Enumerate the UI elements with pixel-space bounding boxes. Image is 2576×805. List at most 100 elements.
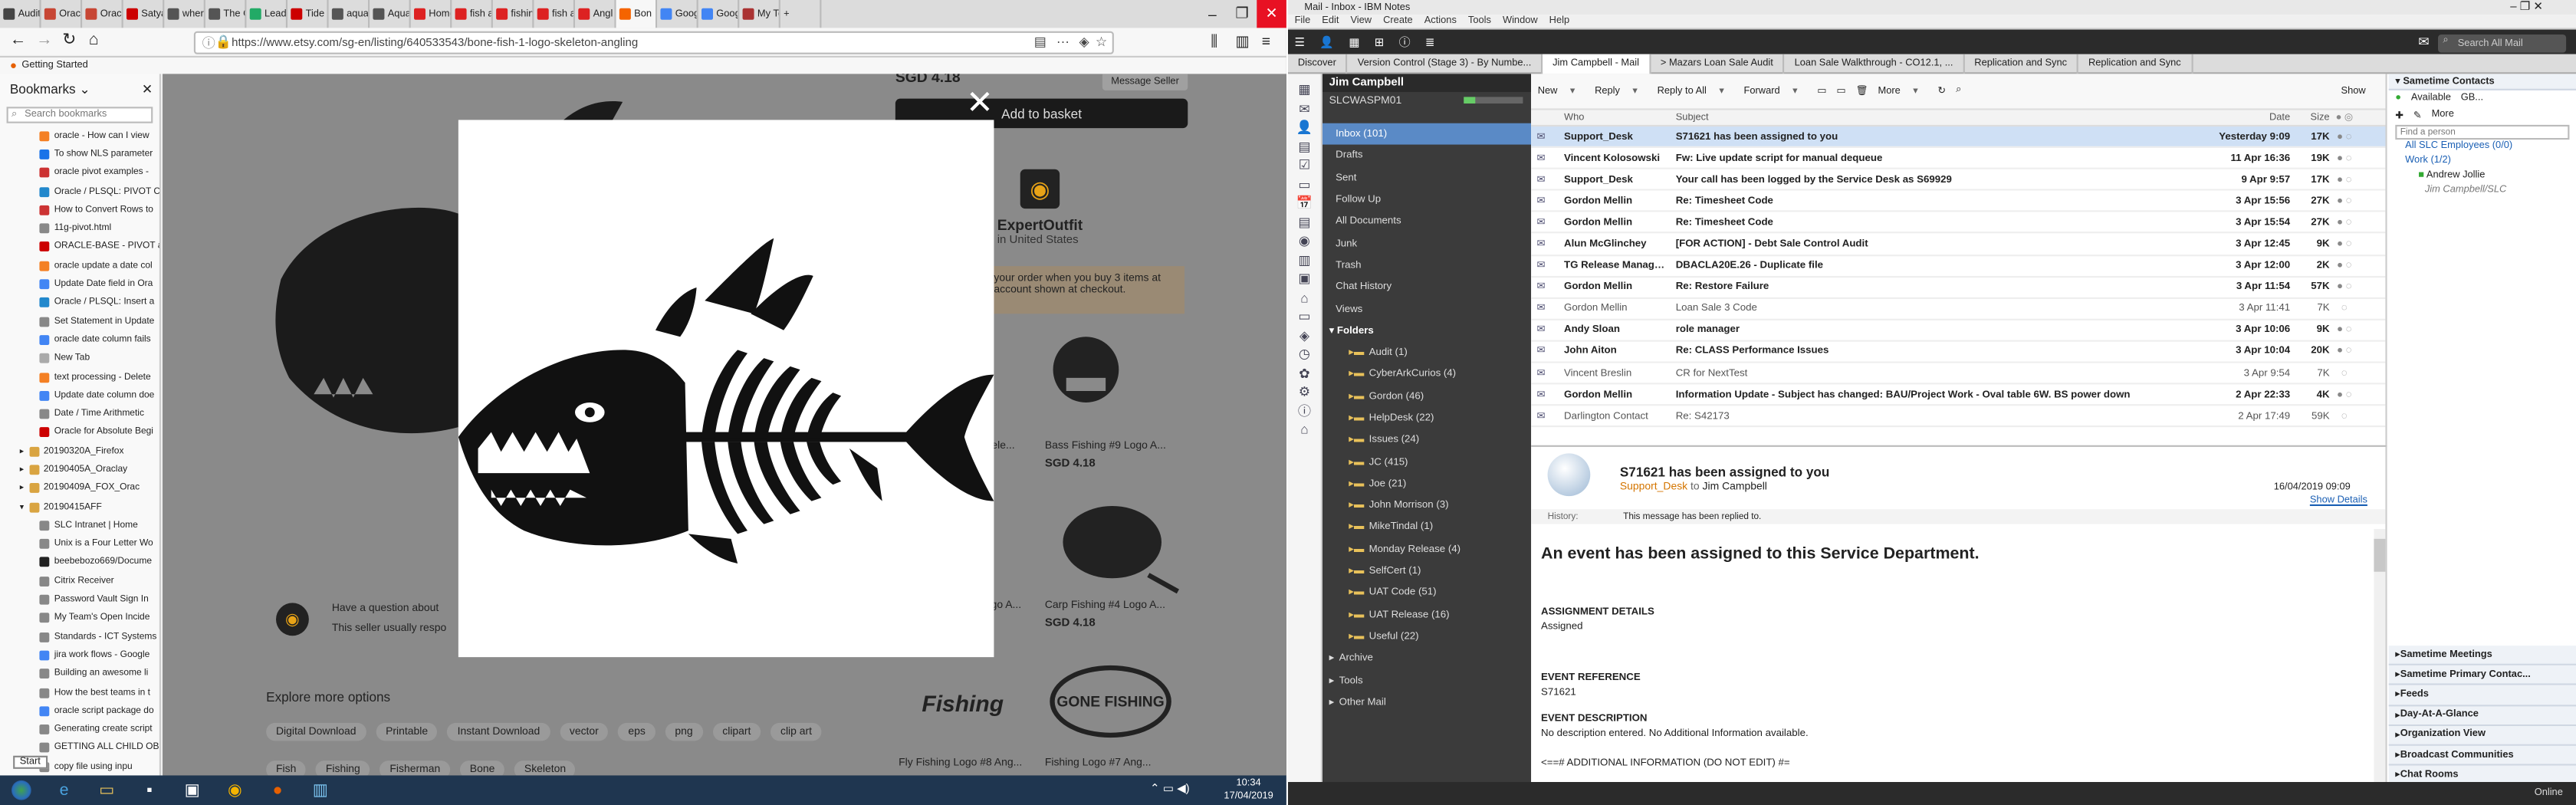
bookmark-item[interactable]: GETTING ALL CHILD OB [0,739,159,757]
bookmark-item[interactable]: Update Date field in Ora [0,275,159,294]
message-flags-icon[interactable]: ● ◌ [2330,217,2360,228]
folder-item[interactable]: ▸▬ Gordon (46) [1322,386,1531,407]
tag-chip[interactable]: Fish [266,761,307,776]
bookmark-item[interactable]: Password Vault Sign In [0,590,159,609]
online-status[interactable]: Online [2535,789,2563,799]
folder-item[interactable]: ▸▬ JC (415) [1322,451,1531,472]
tag-chip[interactable]: png [665,722,703,741]
url-bar[interactable]: ⓘ 🔒 https://www.etsy.com/sg-en/listing/6… [193,31,1114,54]
message-row[interactable]: ✉ Gordon Mellin Information Update - Subje… [1531,385,2386,406]
message-row[interactable]: ✉ Gordon Mellin Re: Timesheet Code 3 Apr 15… [1531,191,2386,213]
message-row[interactable]: ✉ Vincent Kolosowski Fw: Live update scrip… [1531,148,2386,170]
ie-icon[interactable]: e [43,775,86,805]
bookmark-item[interactable]: Oracle / PLSQL: PIVOT C [0,182,159,201]
reply-button[interactable]: Reply ▾ [1595,85,1648,97]
menu-actions[interactable]: Actions [1424,16,1457,26]
start-button[interactable] [0,775,43,805]
browser-tab[interactable]: The Glasg [205,0,247,28]
apps-icon[interactable]: ⊞ [1375,35,1385,48]
menu-view[interactable]: View [1350,16,1372,26]
tag-chip[interactable]: vector [560,722,609,741]
folder-item[interactable]: ▸▬ SelfCert (1) [1322,560,1531,582]
list-view-icon[interactable]: ≣ [1425,35,1435,48]
expand-arrow-icon[interactable]: ▸ [1329,652,1335,664]
expand-arrow-icon[interactable]: ▸ [1329,675,1335,686]
chat-icon[interactable]: ✎ [2413,110,2422,121]
browser-tab[interactable]: Satya [123,0,165,28]
new-button[interactable]: New ▾ [1538,85,1585,97]
library-icon[interactable]: ⫼ [1211,33,1217,51]
message-flags-icon[interactable]: ● ◌ [2330,174,2360,186]
contact-andrew[interactable]: ■ Andrew Jollie [2389,171,2576,186]
col-flags[interactable]: ● ◎ [2330,112,2360,123]
message-row[interactable]: ✉ Gordon Mellin Loan Sale 3 Code 3 Apr 11:4… [1531,298,2386,320]
folder-item[interactable]: ▸▬ Useful (22) [1322,626,1531,647]
menu-file[interactable]: File [1295,16,1311,26]
bookmark-folder[interactable]: ▸ 20190405A_Oraclay [0,461,159,479]
new-tab-button[interactable]: + [780,0,822,28]
bookmark-item[interactable]: Citrix Receiver [0,572,159,590]
message-flags-icon[interactable]: ● ◌ [2330,153,2360,164]
add-contact-icon[interactable]: ✚ [2395,110,2404,121]
remote-desktop-icon[interactable]: ▣ [171,775,214,805]
shop-logo-icon[interactable]: ◉ [1020,169,1060,209]
bookmark-folder[interactable]: ▸ 20190409A_FOX_Orac [0,479,159,498]
message-flags-icon[interactable]: ● ◌ [2330,196,2360,207]
refresh-icon[interactable]: ↻ [1937,85,1946,97]
menu-icon[interactable]: ≡ [1262,33,1270,49]
bookmark-item[interactable]: How to Convert Rows to [0,201,159,219]
sidebar-panel-header[interactable]: ▸ Feeds [2388,685,2576,706]
browser-tab[interactable]: Home [411,0,452,28]
getting-started-link[interactable]: Getting Started [21,61,87,71]
reader-icon[interactable]: ▤ [1034,34,1046,49]
message-row[interactable]: ✉ Alun McGlinchey [FOR ACTION] - Debt Sale… [1531,234,2386,256]
more-button[interactable]: More ▾ [1878,85,1928,97]
cmd-icon[interactable]: ▪ [128,775,171,805]
explorer-icon[interactable]: ▭ [85,775,128,805]
browser-tab[interactable]: fish ar [534,0,575,28]
forward-icon[interactable]: → [36,31,52,50]
reload-icon[interactable]: ↻ [62,31,76,50]
sidebar-panel-header[interactable]: ▸ Organization View [2388,725,2576,746]
availability-select[interactable]: Available [2411,94,2451,104]
expand-arrow-icon[interactable]: ▸ [1329,696,1335,708]
nav-item-archive[interactable]: ▸ Archive [1322,648,1531,669]
info-circle-icon[interactable]: ⓘ [1399,34,1411,50]
nav-item-trash[interactable]: Trash [1322,255,1531,276]
folders-header[interactable]: ▾ Folders [1322,320,1531,341]
bookmark-item[interactable]: jira work flows - Google [0,646,159,665]
bookmark-item[interactable]: beebebozo669/Docume [0,554,159,572]
workspace-icon[interactable]: ▦ [1349,35,1359,48]
nav-item-other-mail[interactable]: ▸ Other Mail [1322,692,1531,713]
bookmark-folder[interactable]: ▾ 20190415AFF [0,498,159,516]
maximize-button[interactable]: ❐ [1227,0,1257,28]
folder-item[interactable]: ▸▬ Joe (21) [1322,473,1531,495]
tag-chip[interactable]: Printable [376,722,438,741]
browser-tab[interactable]: fish a [452,0,493,28]
notes-search-input[interactable]: ⌕ Search All Mail [2438,34,2567,53]
sidebar-panel-header[interactable]: ▸ Day-At-A-Glance [2388,705,2576,726]
menu-edit[interactable]: Edit [1322,16,1339,26]
browser-tab[interactable]: Lead [246,0,288,28]
browser-tab[interactable]: Goog [698,0,740,28]
shop-name[interactable]: ExpertOutfit [997,217,1083,233]
tag-chip[interactable]: Fisherman [380,761,451,776]
message-row[interactable]: ✉ Darlington Contact Re: S42173 2 Apr 17:49… [1531,406,2386,428]
minimize-button[interactable]: – [1198,0,1227,28]
bookmark-item[interactable]: Generating create script [0,721,159,739]
browser-tab[interactable]: My Te [739,0,780,28]
nav-item-junk[interactable]: Junk [1322,232,1531,254]
message-row[interactable]: ✉ Support_Desk S71621 has been assigned to… [1531,127,2386,149]
window-controls[interactable]: – ❐ ✕ [2510,0,2543,13]
folder-item[interactable]: ▸▬ Monday Release (4) [1322,538,1531,560]
reading-scrollbar[interactable] [2374,529,2386,782]
bookmark-item[interactable]: To show NLS parameter [0,145,159,163]
show-button[interactable]: Show [2341,87,2376,97]
message-flags-icon[interactable]: ● ◌ [2330,238,2360,250]
message-seller-button[interactable]: Message Seller [1102,74,1188,90]
bookmark-item[interactable]: My Team's Open Incide [0,609,159,627]
menu-window[interactable]: Window [1503,16,1538,26]
notes-tab[interactable]: Discover [1288,53,1348,74]
message-row[interactable]: ✉ Gordon Mellin Re: Timesheet Code 3 Apr 15… [1531,212,2386,235]
group-work[interactable]: Work (1/2) [2389,156,2576,171]
